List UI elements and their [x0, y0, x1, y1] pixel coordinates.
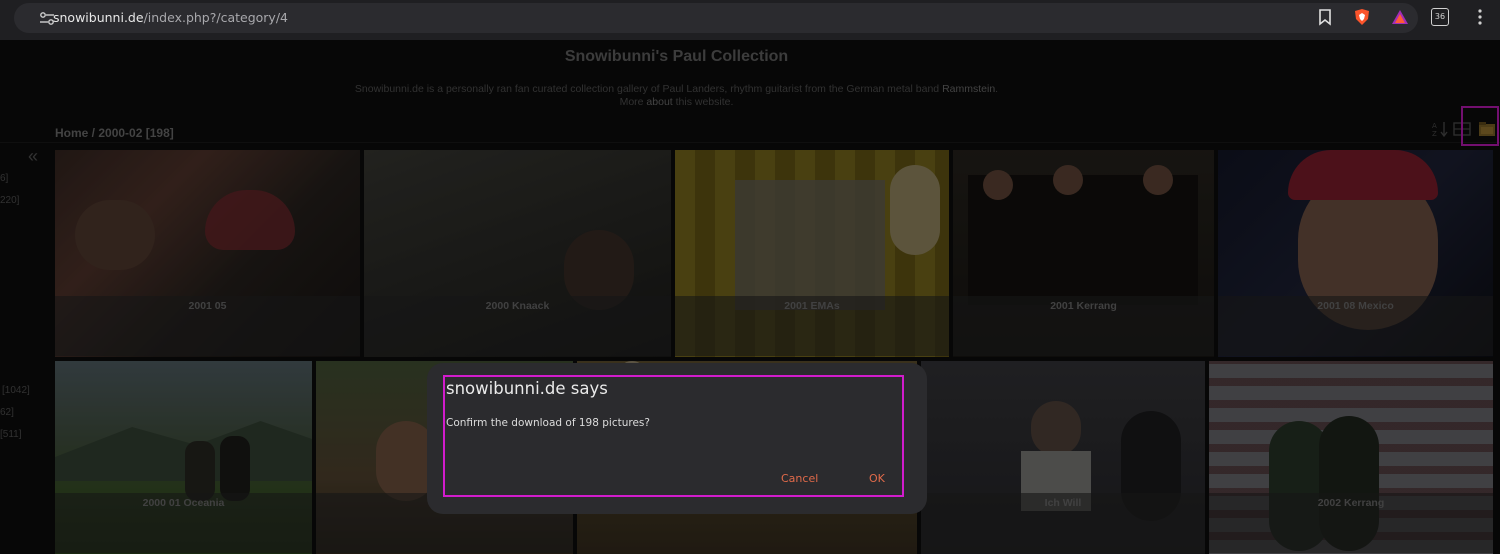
- url-host: snowibunni.de: [53, 10, 144, 25]
- browser-toolbar: snowibunni.de/index.php?/category/4 36: [0, 0, 1500, 40]
- extension-icon[interactable]: 36: [1431, 8, 1449, 26]
- menu-kebab-icon[interactable]: [1471, 8, 1489, 26]
- ok-button[interactable]: OK: [869, 472, 885, 485]
- address-bar[interactable]: snowibunni.de/index.php?/category/4: [14, 3, 1418, 33]
- bookmark-icon[interactable]: [1316, 8, 1334, 26]
- brave-shield-icon[interactable]: [1353, 8, 1371, 26]
- url-text[interactable]: snowibunni.de/index.php?/category/4: [53, 10, 288, 25]
- dialog-title: snowibunni.de says: [446, 379, 608, 398]
- cancel-button[interactable]: Cancel: [781, 472, 818, 485]
- dialog-message: Confirm the download of 198 pictures?: [446, 417, 650, 429]
- url-path: /index.php?/category/4: [143, 10, 288, 25]
- brave-rewards-icon[interactable]: [1391, 8, 1409, 26]
